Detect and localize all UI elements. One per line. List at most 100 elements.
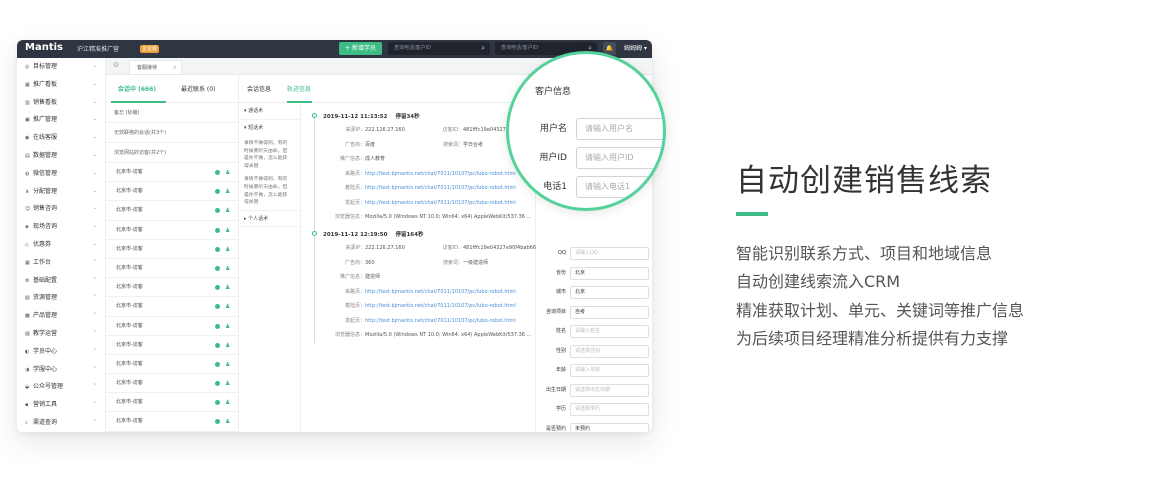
chevron-down-icon[interactable]: ⌄	[93, 111, 97, 129]
session-row[interactable]: 北京市-访客 ♟	[106, 412, 238, 432]
add-student-button[interactable]: + 新增学员	[339, 42, 382, 55]
sidebar-item[interactable]: ◒ 公众号管理 ⌃	[17, 378, 105, 396]
sidebar-item[interactable]: ⚙ 基础配置 ⌃	[17, 272, 105, 290]
home-icon[interactable]: ⊙	[113, 61, 119, 69]
sidebar-item[interactable]: ◈ 现场咨询 ⌄	[17, 218, 105, 236]
sidebar-item[interactable]: ▣ 推广管理 ⌄	[17, 111, 105, 129]
user-icon[interactable]: ♟	[225, 297, 230, 316]
chevron-up-icon[interactable]: ⌃	[93, 272, 97, 290]
tab-session-info[interactable]: 会话信息	[247, 84, 271, 93]
close-icon[interactable]: ×	[173, 61, 177, 75]
session-row[interactable]: 北京市-访客 ♟	[106, 297, 238, 317]
script-group-general[interactable]: ▾ 通话术	[239, 103, 300, 120]
user-icon[interactable]: ♟	[225, 317, 230, 336]
form-input[interactable]: 请输入QQ	[570, 247, 649, 260]
sidebar-item[interactable]: ▦ 工作台 ⌃	[17, 254, 105, 272]
form-input[interactable]: 自考	[570, 305, 649, 319]
page-link[interactable]: http://test.bjmantis.net/chat/7011/10107…	[365, 289, 516, 295]
user-icon[interactable]: ♟	[225, 412, 230, 431]
sidebar-item[interactable]: ◐ 学员中心 ⌃	[17, 343, 105, 361]
session-row[interactable]: 北京市-访客 ♟	[106, 240, 238, 259]
sidebar-item[interactable]: ◇ 优惠券 ⌄	[17, 236, 105, 254]
user-icon[interactable]: ♟	[225, 336, 230, 355]
session-row[interactable]: 北京市-访客 ♟	[106, 221, 238, 240]
sidebar-item[interactable]: ☺ 销售咨询 ⌄	[17, 200, 105, 218]
chevron-down-icon[interactable]: ⌄	[93, 129, 97, 147]
form-input[interactable]: 北京	[570, 266, 649, 280]
tab-in-session[interactable]: 会话中 (666)	[118, 84, 156, 93]
sidebar-item[interactable]: ⌕ 渠道查询 ⌃	[17, 414, 105, 432]
chevron-up-icon[interactable]: ⌃	[93, 378, 97, 396]
sidebar-item[interactable]: ▪ 营销工具 ⌃	[17, 396, 105, 414]
chevron-up-icon[interactable]: ⌃	[93, 289, 97, 307]
form-input[interactable]: 请输入电话1	[576, 176, 663, 198]
script-text[interactable]: 事情不做得到。有的 时候要听天由命。但 是你不做，怎么能获 得关键	[239, 173, 300, 209]
page-link[interactable]: http://test.bjmantis.net/chat/7011/10107…	[365, 185, 516, 191]
sidebar-item[interactable]: ◍ 微信管理 ⌄	[17, 165, 105, 183]
session-row[interactable]: 北京市-访客 ♟	[106, 182, 238, 202]
page-link[interactable]: http://test.bjmantis.net/chat/7011/10107…	[365, 171, 516, 177]
user-icon[interactable]: ♟	[225, 393, 230, 412]
page-link[interactable]: http://test.bjmantis.net/chat/7011/10107…	[365, 303, 516, 309]
chevron-up-icon[interactable]: ⌃	[93, 343, 97, 361]
sidebar-item[interactable]: ▤ 数据管理 ⌄	[17, 147, 105, 165]
chevron-up-icon[interactable]: ⌃	[93, 414, 97, 432]
form-input[interactable]: 请选择学历	[570, 403, 649, 416]
sidebar-item[interactable]: ▥ 销售看板 ⌄	[17, 94, 105, 112]
chevron-up-icon[interactable]: ⌃	[93, 254, 97, 272]
sidebar-item[interactable]: ◎ 目标管理 ⌄	[17, 58, 105, 76]
session-row[interactable]: 北京市-访客 ♟	[106, 336, 238, 355]
sidebar-item[interactable]: ▩ 产品管理 ⌃	[17, 307, 105, 325]
form-input[interactable]: 未预约	[570, 422, 649, 432]
search-input[interactable]: 查询电话/客户ID ⌕	[388, 42, 490, 55]
sidebar-item[interactable]: ⋔ 分配管理 ⌄	[17, 183, 105, 201]
user-menu[interactable]: 姆姆姆 ▾	[624, 43, 647, 52]
session-row[interactable]: 北京市-访客 ♟	[106, 163, 238, 183]
script-text[interactable]: 事情不做得到。有的 时候要听天由命。但 是你不做，怎么能获 得关键	[239, 137, 300, 173]
session-row[interactable]: 北京市-访客 ♟	[106, 355, 238, 375]
form-input[interactable]: 请输入姓名	[570, 325, 649, 338]
sidebar-item[interactable]: ◉ 在线客服 ⌄	[17, 129, 105, 147]
chevron-up-icon[interactable]: ⌃	[93, 361, 97, 379]
chevron-down-icon[interactable]: ⌄	[93, 183, 97, 201]
form-input[interactable]: 请输入年龄	[570, 364, 649, 377]
session-row[interactable]: 北京市-访客 ♟	[106, 278, 238, 298]
user-icon[interactable]: ♟	[225, 182, 230, 201]
user-icon[interactable]: ♟	[225, 259, 230, 278]
session-group[interactable]: 无效联络的会话(共3个)	[106, 123, 238, 143]
chevron-up-icon[interactable]: ⌃	[93, 325, 97, 343]
user-icon[interactable]: ♟	[225, 278, 230, 297]
sidebar-item[interactable]: ▨ 教学运营 ⌃	[17, 325, 105, 343]
sidebar-item[interactable]: ◑ 学服中心 ⌃	[17, 361, 105, 379]
session-row[interactable]: 北京市-访客 ♟	[106, 201, 238, 221]
sidebar-item[interactable]: ▧ 资源管理 ⌃	[17, 289, 105, 307]
session-row[interactable]: 北京市-访客 ♟	[106, 259, 238, 279]
search-icon[interactable]: ⌕	[481, 42, 485, 55]
form-input[interactable]: 请选择性别	[570, 344, 649, 358]
chevron-down-icon[interactable]: ⌄	[93, 76, 97, 94]
sidebar-item[interactable]: ▦ 推广看板 ⌄	[17, 76, 105, 94]
chevron-down-icon[interactable]: ⌄	[93, 165, 97, 183]
session-row[interactable]: 北京市-访客 ♟	[106, 317, 238, 336]
user-icon[interactable]: ♟	[225, 201, 230, 220]
script-group-short[interactable]: ▾ 短话术	[239, 120, 300, 137]
user-icon[interactable]: ♟	[225, 163, 230, 182]
user-icon[interactable]: ♟	[225, 240, 230, 259]
user-icon[interactable]: ♟	[225, 221, 230, 240]
tab-recent-contacts[interactable]: 最近联系 (0)	[181, 84, 215, 93]
chevron-up-icon[interactable]: ⌃	[93, 396, 97, 414]
script-group-personal[interactable]: ▸ 个人话术	[239, 209, 300, 227]
form-input[interactable]: 请输入用户ID	[576, 147, 663, 169]
session-row[interactable]: 北京市-访客 ♟	[106, 393, 238, 413]
form-input[interactable]: 北京	[570, 286, 649, 299]
tab-track-info[interactable]: 轨迹信息	[287, 84, 311, 93]
page-link[interactable]: http://test.bjmantis.net/chat/7011/10107…	[365, 318, 516, 324]
user-icon[interactable]: ♟	[225, 374, 230, 393]
form-input[interactable]: 请输入用户名	[576, 118, 663, 140]
chevron-down-icon[interactable]: ⌄	[93, 147, 97, 165]
page-link[interactable]: http://test.bjmantis.net/chat/7011/10107…	[365, 200, 516, 206]
chevron-up-icon[interactable]: ⌃	[93, 307, 97, 325]
form-input[interactable]: 请选择出生日期	[570, 383, 649, 397]
session-group[interactable]: 备忘 (标编)	[106, 103, 238, 123]
chevron-down-icon[interactable]: ⌄	[93, 94, 97, 112]
